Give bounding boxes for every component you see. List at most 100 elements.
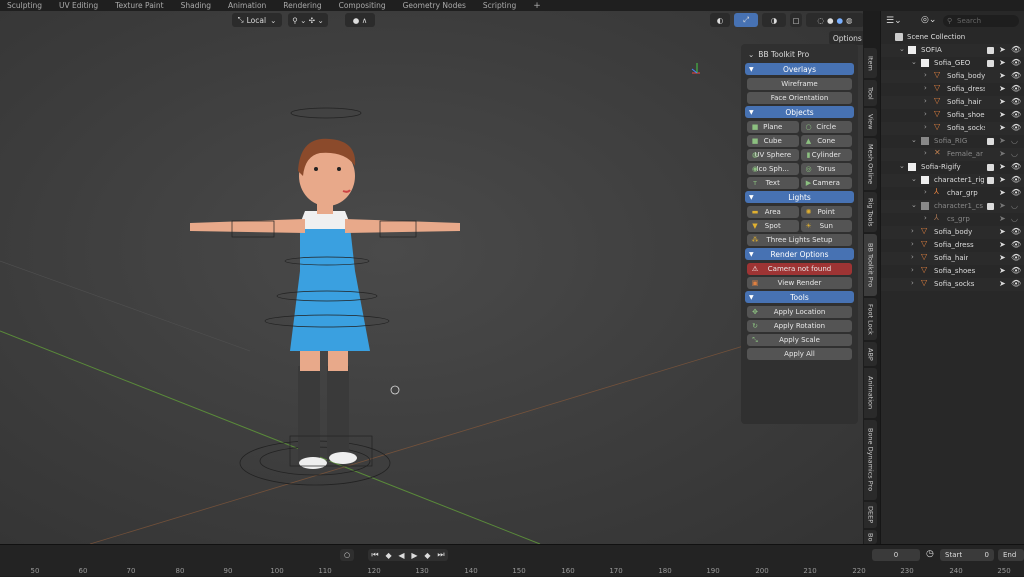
outliner-row[interactable]: › ▽ Sofia_hair ➤ 👁 [881, 96, 1024, 109]
end-frame-field[interactable]: End [998, 549, 1024, 561]
proportional-editing[interactable]: ● ∧ [345, 13, 375, 27]
outliner-row[interactable]: › ▽ Sofia_socks ➤ 👁 [881, 122, 1024, 135]
selectable-arrow-icon[interactable]: ➤ [999, 253, 1006, 262]
eye-icon[interactable]: 👁 [1011, 97, 1021, 106]
tab-abp[interactable]: ABP [864, 342, 877, 366]
eye-icon[interactable]: 👁 [1011, 45, 1021, 54]
add-cone-button[interactable]: ▲ Cone [800, 135, 852, 147]
gizmo-toggle[interactable]: ⤢ [734, 13, 758, 27]
eye-icon[interactable]: 👁 [1011, 71, 1021, 80]
apply-rotation-button[interactable]: ↻ Apply Rotation [747, 320, 852, 332]
face-orientation-button[interactable]: Face Orientation [747, 92, 852, 104]
chevron-down-icon[interactable]: ⌄ [911, 58, 917, 66]
snapping-dropdown[interactable]: ⚲ ⌄ ✣ ⌄ [288, 13, 328, 27]
add-cube-button[interactable]: ■ Cube [747, 135, 799, 147]
section-objects[interactable]: ▼ Objects [745, 106, 854, 118]
selectable-arrow-icon[interactable]: ➤ [999, 71, 1006, 80]
selectable-arrow-icon[interactable]: ➤ [999, 175, 1006, 184]
chevron-right-icon[interactable]: › [911, 253, 914, 261]
selectable-arrow-icon[interactable]: ➤ [999, 84, 1006, 93]
eye-icon[interactable]: 👁 [1011, 240, 1021, 249]
add-uv-sphere-button[interactable]: ◍ UV Sphere [747, 149, 799, 161]
tab-item[interactable]: Item [864, 48, 877, 78]
selectable-arrow-icon[interactable]: ➤ [999, 110, 1006, 119]
selectable-arrow-icon[interactable]: ➤ [999, 240, 1006, 249]
outliner-row[interactable]: › ▽ Sofia_body ➤ 👁 [881, 70, 1024, 83]
add-text-button[interactable]: ᴛ Text [747, 177, 799, 189]
filter-icon[interactable]: ◎⌄ [921, 15, 936, 25]
eye-closed-icon[interactable]: ◡ [1011, 136, 1018, 145]
outliner-row[interactable]: › ▽ Sofia_dress ➤ 👁 [881, 83, 1024, 96]
overlays-toggle[interactable]: ◑ [762, 13, 786, 27]
selectable-arrow-icon[interactable]: ➤ [999, 123, 1006, 132]
tab-bo[interactable]: Bo [864, 530, 877, 544]
chevron-right-icon[interactable]: › [924, 214, 927, 222]
section-lights[interactable]: ▼ Lights [745, 191, 854, 203]
chevron-right-icon[interactable]: › [924, 123, 927, 131]
auto-keying-toggle[interactable]: ○ [340, 549, 354, 561]
add-sun-light-button[interactable]: ☀ Sun [800, 220, 852, 232]
chevron-right-icon[interactable]: › [911, 266, 914, 274]
selectable-arrow-icon[interactable]: ➤ [999, 227, 1006, 236]
workspace-tab-animation[interactable]: Animation [228, 1, 266, 10]
add-area-light-button[interactable]: ▬ Area [747, 206, 799, 218]
outliner-row[interactable]: Scene Collection [881, 31, 1024, 44]
add-ico-sphere-button[interactable]: ◉ Ico Sph... [747, 163, 799, 175]
add-plane-button[interactable]: ■ Plane [747, 121, 799, 133]
section-tools[interactable]: ▼ Tools [745, 291, 854, 303]
start-frame-field[interactable]: Start 0 [940, 549, 994, 561]
chevron-down-icon[interactable]: ⌄ [911, 201, 917, 209]
view-render-button[interactable]: ▣ View Render [747, 277, 852, 289]
workspace-tab-uv-editing[interactable]: UV Editing [59, 1, 98, 10]
exclude-checkbox[interactable] [987, 138, 994, 145]
three-lights-setup-button[interactable]: ⁂ Three Lights Setup [747, 234, 852, 246]
eye-icon[interactable]: 👁 [1011, 175, 1021, 184]
apply-scale-button[interactable]: ⤡ Apply Scale [747, 334, 852, 346]
eye-icon[interactable]: 👁 [1011, 227, 1021, 236]
selectable-arrow-icon[interactable]: ➤ [999, 45, 1006, 54]
tab-tool[interactable]: Tool [864, 80, 877, 106]
eye-closed-icon[interactable]: ◡ [1011, 201, 1018, 210]
add-point-light-button[interactable]: ✺ Point [800, 206, 852, 218]
tab-mesh-online[interactable]: Mesh Online [864, 138, 877, 190]
visibility-dropdown[interactable]: ◐ [710, 13, 730, 27]
selectable-arrow-icon[interactable]: ➤ [999, 266, 1006, 275]
outliner-row[interactable]: › ▽ Sofia_shoes ➤ 👁 [881, 109, 1024, 122]
material-shading-icon[interactable]: ● [837, 16, 844, 25]
outliner-row[interactable]: › ▽ Sofia_body ➤ 👁 [881, 226, 1024, 239]
tab-bone-dynamics-pro[interactable]: Bone Dynamics Pro [864, 420, 877, 500]
selectable-arrow-icon[interactable]: ➤ [999, 279, 1006, 288]
eye-icon[interactable]: 👁 [1011, 279, 1021, 288]
current-frame-field[interactable]: 0 [872, 549, 920, 561]
transform-orientation-dropdown[interactable]: ⤡ Local ⌄ [232, 13, 282, 27]
eye-closed-icon[interactable]: ◡ [1011, 214, 1018, 223]
section-render-options[interactable]: ▼ Render Options [745, 248, 854, 260]
outliner-row[interactable]: › ▽ Sofia_shoes ➤ 👁 [881, 265, 1024, 278]
outliner-row[interactable]: › ▽ Sofia_dress ➤ 👁 [881, 239, 1024, 252]
apply-all-button[interactable]: Apply All [747, 348, 852, 360]
shading-modes[interactable]: ◌ ● ● ◍ [806, 13, 863, 27]
exclude-checkbox[interactable] [987, 47, 994, 54]
eye-icon[interactable]: 👁 [1011, 188, 1021, 197]
tab-deep[interactable]: DEEP [864, 502, 877, 528]
rendered-shading-icon[interactable]: ◍ [846, 16, 853, 25]
add-torus-button[interactable]: ◎ Torus [800, 163, 852, 175]
chevron-right-icon[interactable]: › [911, 279, 914, 287]
frame-ruler[interactable]: 50 60 70 80 90 100 110 120 130 140 150 1… [0, 565, 1024, 577]
play-reverse-icon[interactable]: ◀ [398, 551, 404, 560]
selectable-arrow-icon[interactable]: ➤ [999, 149, 1006, 158]
play-icon[interactable]: ▶ [411, 551, 417, 560]
panel-header[interactable]: ⌄ BB Toolkit Pro [745, 48, 854, 61]
chevron-down-icon[interactable]: ⌄ [899, 45, 905, 53]
chevron-right-icon[interactable]: › [924, 97, 927, 105]
eye-icon[interactable]: 👁 [1011, 110, 1021, 119]
wireframe-button[interactable]: Wireframe [747, 78, 852, 90]
workspace-tab-sculpting[interactable]: Sculpting [7, 1, 42, 10]
selectable-arrow-icon[interactable]: ➤ [999, 188, 1006, 197]
outliner-row[interactable]: › ▽ Sofia_hair ➤ 👁 [881, 252, 1024, 265]
workspace-tab-compositing[interactable]: Compositing [339, 1, 386, 10]
selectable-arrow-icon[interactable]: ➤ [999, 136, 1006, 145]
eye-icon[interactable]: 👁 [1011, 266, 1021, 275]
outliner-row[interactable]: ⌄ character1_rig ➤ 👁 [881, 174, 1024, 187]
chevron-right-icon[interactable]: › [911, 227, 914, 235]
